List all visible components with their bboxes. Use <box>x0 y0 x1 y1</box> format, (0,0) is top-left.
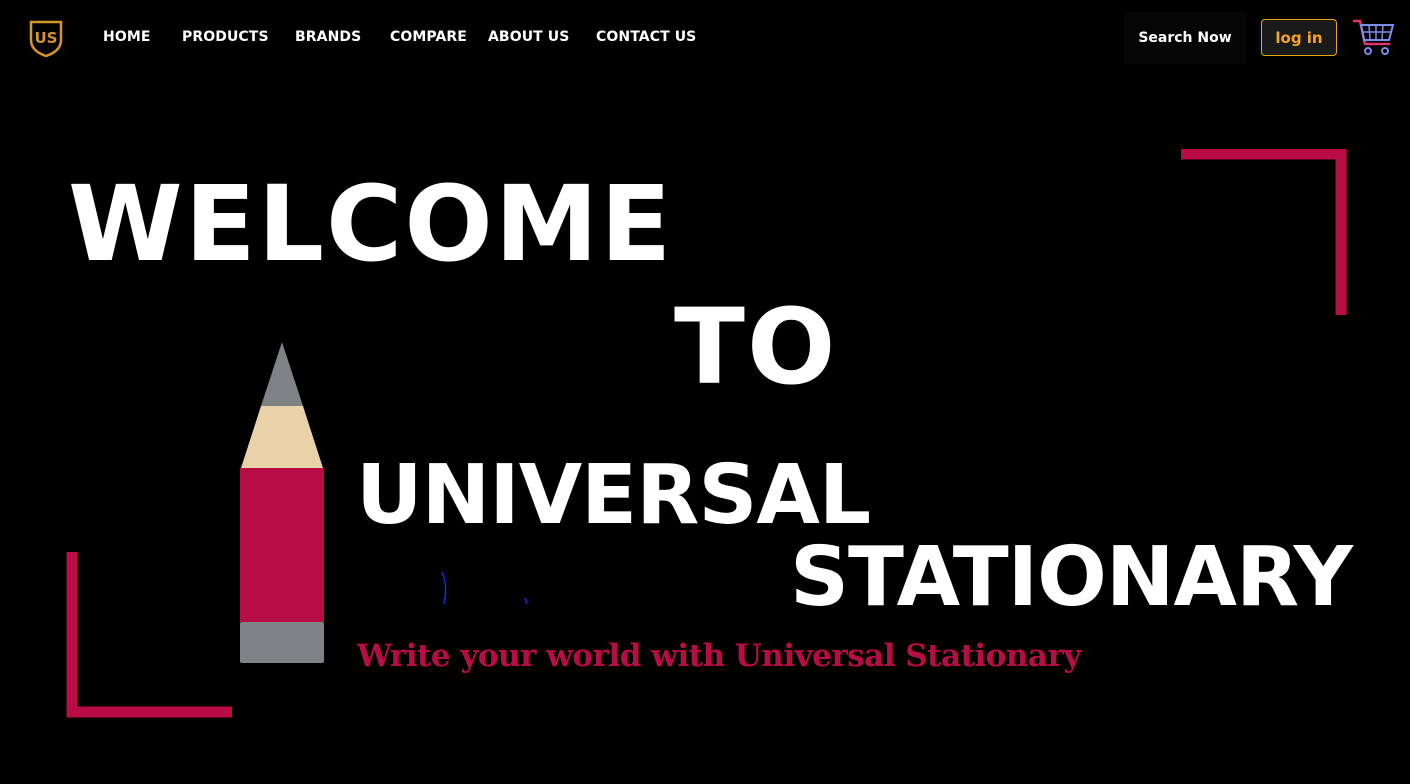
nav-brands-link[interactable]: BRANDS <box>295 29 361 45</box>
svg-text:US: US <box>35 29 58 47</box>
hero-title-to: TO <box>674 286 838 408</box>
pencil-illustration <box>240 342 324 663</box>
corner-frame-bottom-left <box>66 552 232 718</box>
hero-title-stationary: STATIONARY <box>790 530 1353 625</box>
nav-about-link[interactable]: ABOUT US <box>488 29 569 45</box>
login-button[interactable]: log in <box>1261 19 1337 56</box>
nav-contact-link[interactable]: CONTACT US <box>596 29 696 45</box>
hero-tagline: Write your world with Universal Stationa… <box>357 638 1081 674</box>
hero-title-welcome: WELCOME <box>68 163 674 285</box>
logo-shield-icon[interactable]: US <box>28 18 64 58</box>
decorative-marks <box>441 571 528 605</box>
nav-compare-link[interactable]: COMPARE <box>390 29 467 45</box>
hero-title-universal: UNIVERSAL <box>356 448 871 543</box>
cart-icon[interactable] <box>1352 16 1396 58</box>
nav-home-link[interactable]: HOME <box>103 29 151 45</box>
search-now-button[interactable]: Search Now <box>1124 12 1246 64</box>
corner-frame-top-right <box>1181 149 1347 315</box>
nav-products-link[interactable]: PRODUCTS <box>182 29 269 45</box>
